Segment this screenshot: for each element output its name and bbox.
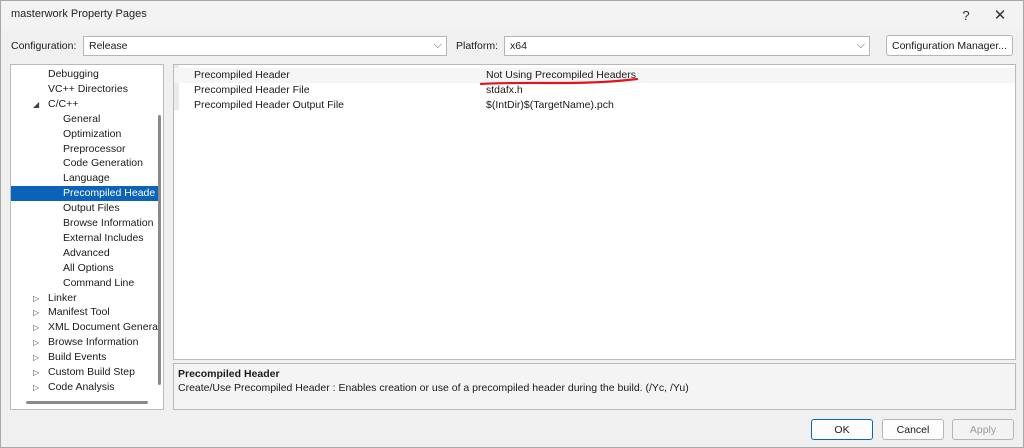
tree-item-label: VC++ Directories — [48, 82, 128, 95]
property-value[interactable]: stdafx.h — [486, 83, 523, 98]
tree-item[interactable]: VC++ Directories — [11, 82, 161, 97]
tree-item[interactable]: Command Line — [11, 276, 161, 291]
tree-item-label: Language — [63, 172, 110, 185]
expand-arrow-icon[interactable]: ▷ — [33, 365, 39, 380]
tree-item[interactable]: Precompiled Heade — [11, 186, 161, 202]
tree-item-label: Optimization — [63, 127, 122, 140]
description-text: Create/Use Precompiled Header : Enables … — [178, 382, 689, 394]
tree-item[interactable]: ▷ Manifest Tool — [11, 305, 161, 320]
property-value[interactable]: $(IntDir)$(TargetName).pch — [486, 98, 614, 113]
chevron-down-icon: ⌵ — [856, 39, 865, 51]
expand-arrow-icon[interactable]: ▷ — [33, 320, 39, 335]
property-name: Precompiled Header File — [194, 84, 310, 96]
tree-item-label: Linker — [48, 291, 77, 304]
apply-button[interactable]: Apply — [952, 419, 1014, 440]
tree-item[interactable]: Optimization — [11, 127, 161, 142]
platform-label: Platform: — [456, 40, 499, 52]
collapse-arrow-icon[interactable]: ◢ — [33, 97, 39, 112]
expand-arrow-icon[interactable]: ▷ — [33, 335, 39, 350]
tree-item[interactable]: Language — [11, 171, 161, 186]
tree-item-label: General — [63, 112, 101, 125]
configuration-dropdown[interactable]: Release ⌵ — [83, 36, 447, 56]
tree-item-label: XML Document Genera — [48, 321, 158, 334]
property-row[interactable]: Precompiled Header Output File $(IntDir)$… — [174, 98, 1015, 113]
tree-item[interactable]: Debugging — [11, 67, 161, 82]
tree-item[interactable]: External Includes — [11, 231, 161, 246]
tree-item-label: All Options — [63, 261, 114, 274]
property-grid[interactable]: Precompiled Header Not Using Precompiled … — [173, 64, 1016, 360]
tree-vertical-scrollbar[interactable] — [158, 115, 161, 385]
property-row[interactable]: Precompiled Header Not Using Precompiled … — [174, 68, 1015, 83]
tree-item[interactable]: Browse Information — [11, 216, 161, 231]
tree-horizontal-scrollbar[interactable] — [26, 401, 148, 404]
description-panel: Precompiled Header Create/Use Precompile… — [173, 363, 1016, 410]
property-row[interactable]: Precompiled Header File stdafx.h — [174, 83, 1015, 98]
tree-item-label: Custom Build Step — [48, 366, 135, 378]
tree-item[interactable]: Output Files — [11, 201, 161, 216]
tree-item-label: Build Events — [48, 351, 107, 364]
tree-item[interactable]: Code Generation — [11, 156, 161, 171]
tree-item-label: External Includes — [63, 231, 144, 244]
configuration-label: Configuration: — [11, 40, 77, 52]
ok-button[interactable]: OK — [811, 419, 873, 440]
tree-item[interactable]: ◢ C/C++ — [11, 97, 161, 112]
title-bar: masterwork Property Pages ? ✕ — [1, 1, 1023, 29]
tree-item-label: Browse Information — [48, 336, 139, 349]
platform-dropdown[interactable]: x64 ⌵ — [504, 36, 870, 56]
tree-item[interactable]: ▷ XML Document Genera — [11, 320, 161, 335]
property-value[interactable]: Not Using Precompiled Headers — [486, 68, 636, 83]
tree-item[interactable]: ▷ Code Analysis — [11, 380, 161, 395]
tree-item[interactable]: Preprocessor — [11, 142, 161, 157]
tree-item-label: Preprocessor — [63, 142, 126, 155]
expand-arrow-icon[interactable]: ▷ — [33, 350, 39, 365]
tree-item-label: Debugging — [48, 68, 99, 80]
tree-item-label: Browse Information — [63, 217, 154, 229]
tree-item-label: Precompiled Heade — [63, 187, 156, 200]
tree-item[interactable]: General — [11, 112, 161, 127]
tree-item-label: C/C++ — [48, 97, 79, 110]
tree-item[interactable]: ▷ Custom Build Step — [11, 365, 161, 380]
tree-item-label: Command Line — [63, 276, 135, 289]
help-icon: ? — [962, 7, 970, 23]
tree-item-label: Code Generation — [63, 157, 143, 170]
tree-item[interactable]: ▷ Linker — [11, 291, 161, 306]
tree-item[interactable]: ▷ Build Events — [11, 350, 161, 365]
expand-arrow-icon[interactable]: ▷ — [33, 291, 39, 306]
tree-item-label: Code Analysis — [48, 380, 115, 393]
property-pages-dialog: masterwork Property Pages ? ✕ Configurat… — [0, 0, 1024, 448]
close-icon: ✕ — [993, 7, 1007, 24]
tree-item[interactable]: All Options — [11, 261, 161, 276]
cancel-button[interactable]: Cancel — [882, 419, 944, 440]
tree-item-label: Output Files — [63, 202, 120, 215]
tree-item[interactable]: ▷ Browse Information — [11, 335, 161, 350]
close-button[interactable]: ✕ — [977, 1, 1023, 29]
description-title: Precompiled Header — [178, 368, 280, 380]
configuration-manager-button[interactable]: Configuration Manager... — [886, 35, 1013, 56]
property-name: Precompiled Header — [194, 69, 290, 81]
tree-item-label: Manifest Tool — [48, 306, 110, 319]
expand-arrow-icon[interactable]: ▷ — [33, 305, 39, 320]
platform-value: x64 — [510, 40, 527, 52]
tree-item-label: Advanced — [63, 246, 110, 259]
window-title: masterwork Property Pages — [11, 8, 147, 20]
property-name: Precompiled Header Output File — [194, 99, 344, 111]
property-tree[interactable]: ▷ Code Analysis ▷ Custom Build Step ▷ Build E… — [10, 64, 164, 410]
configuration-value: Release — [89, 40, 128, 52]
expand-arrow-icon[interactable]: ▷ — [33, 380, 39, 395]
tree-item[interactable]: Advanced — [11, 246, 161, 261]
chevron-down-icon: ⌵ — [433, 39, 442, 51]
